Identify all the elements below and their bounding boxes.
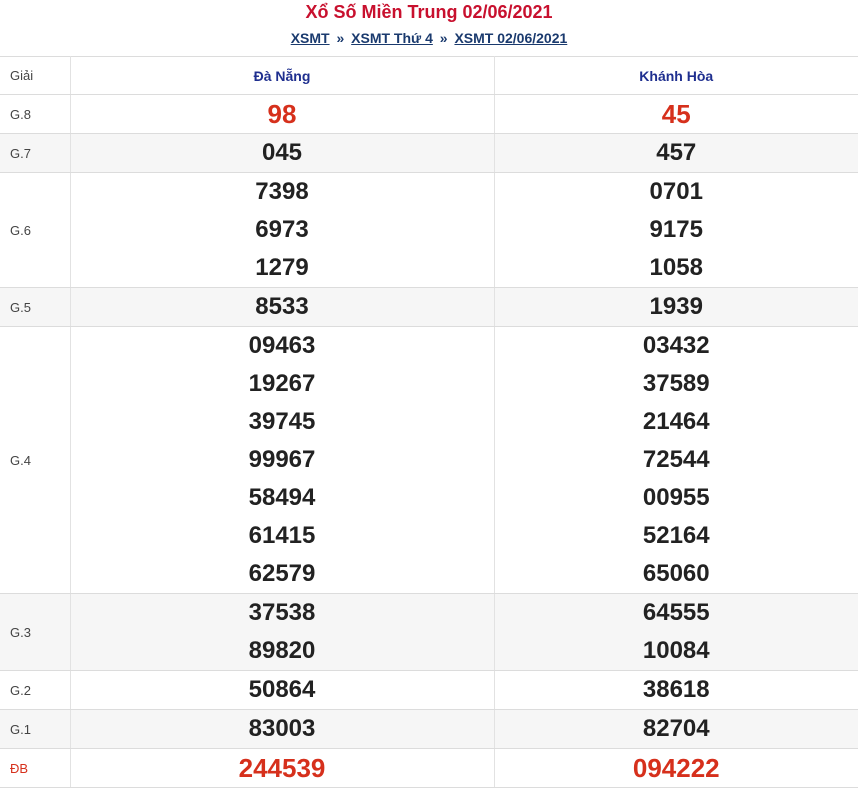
prize-cell: 03432375892146472544009555216465060: [494, 327, 858, 594]
prize-number: 244539: [71, 749, 494, 787]
prize-label: G.4: [0, 327, 70, 594]
table-row: G.7045457: [0, 134, 858, 173]
prize-number: 09463: [71, 327, 494, 365]
prize-number: 0701: [495, 173, 858, 211]
prize-label: G.1: [0, 710, 70, 749]
prize-cell: 82704: [494, 710, 858, 749]
breadcrumb-separator: »: [333, 30, 347, 46]
prize-number: 21464: [495, 403, 858, 441]
prize-number: 99967: [71, 441, 494, 479]
breadcrumb-link-xsmt-date[interactable]: XSMT 02/06/2021: [454, 30, 567, 46]
breadcrumb-separator: »: [437, 30, 451, 46]
prize-number: 03432: [495, 327, 858, 365]
prize-number: 39745: [71, 403, 494, 441]
prize-number: 6973: [71, 211, 494, 249]
prize-label: G.6: [0, 173, 70, 288]
prize-number: 8533: [71, 288, 494, 326]
table-header-row: Giải Đà Nẵng Khánh Hòa: [0, 57, 858, 95]
header-province-khanh-hoa: Khánh Hòa: [494, 57, 858, 95]
prize-number: 38618: [495, 671, 858, 709]
prize-cell: 38618: [494, 671, 858, 710]
prize-number: 1279: [71, 249, 494, 287]
prize-label: ĐB: [0, 749, 70, 788]
prize-number: 00955: [495, 479, 858, 517]
prize-cell: 98: [70, 95, 494, 134]
table-row: G.337538898206455510084: [0, 594, 858, 671]
page-title: Xổ Số Miền Trung 02/06/2021: [0, 0, 858, 24]
table-row: G.25086438618: [0, 671, 858, 710]
prize-cell: 1939: [494, 288, 858, 327]
header-prize-label: Giải: [0, 57, 70, 95]
prize-number: 83003: [71, 710, 494, 748]
prize-number: 45: [495, 95, 858, 133]
prize-cell: 070191751058: [494, 173, 858, 288]
results-body: G.89845G.7045457G.6739869731279070191751…: [0, 95, 858, 788]
prize-cell: 244539: [70, 749, 494, 788]
prize-cell: 045: [70, 134, 494, 173]
prize-label: G.5: [0, 288, 70, 327]
prize-label: G.3: [0, 594, 70, 671]
breadcrumb-link-xsmt[interactable]: XSMT: [291, 30, 330, 46]
prize-number: 1939: [495, 288, 858, 326]
prize-number: 37589: [495, 365, 858, 403]
prize-cell: 50864: [70, 671, 494, 710]
breadcrumb: XSMT » XSMT Thứ 4 » XSMT 02/06/2021: [0, 24, 858, 56]
prize-number: 50864: [71, 671, 494, 709]
prize-number: 61415: [71, 517, 494, 555]
prize-cell: 3753889820: [70, 594, 494, 671]
table-row: G.585331939: [0, 288, 858, 327]
prize-cell: 457: [494, 134, 858, 173]
prize-number: 10084: [495, 632, 858, 670]
table-row: G.40946319267397459996758494614156257903…: [0, 327, 858, 594]
prize-number: 58494: [71, 479, 494, 517]
table-row: ĐB244539094222: [0, 749, 858, 788]
header-province-da-nang: Đà Nẵng: [70, 57, 494, 95]
prize-number: 72544: [495, 441, 858, 479]
prize-label: G.7: [0, 134, 70, 173]
prize-number: 82704: [495, 710, 858, 748]
prize-label: G.2: [0, 671, 70, 710]
breadcrumb-link-xsmt-thu-4[interactable]: XSMT Thứ 4: [351, 30, 433, 46]
prize-number: 094222: [495, 749, 858, 787]
prize-label: G.8: [0, 95, 70, 134]
prize-number: 19267: [71, 365, 494, 403]
table-row: G.89845: [0, 95, 858, 134]
prize-cell: 83003: [70, 710, 494, 749]
prize-number: 65060: [495, 555, 858, 593]
prize-number: 64555: [495, 594, 858, 632]
prize-cell: 09463192673974599967584946141562579: [70, 327, 494, 594]
prize-cell: 8533: [70, 288, 494, 327]
prize-cell: 6455510084: [494, 594, 858, 671]
table-row: G.6739869731279070191751058: [0, 173, 858, 288]
prize-cell: 45: [494, 95, 858, 134]
prize-number: 045: [71, 134, 494, 172]
prize-number: 457: [495, 134, 858, 172]
prize-number: 1058: [495, 249, 858, 287]
prize-number: 62579: [71, 555, 494, 593]
prize-number: 52164: [495, 517, 858, 555]
prize-number: 37538: [71, 594, 494, 632]
prize-cell: 094222: [494, 749, 858, 788]
table-row: G.18300382704: [0, 710, 858, 749]
prize-number: 98: [71, 95, 494, 133]
results-table: Giải Đà Nẵng Khánh Hòa G.89845G.7045457G…: [0, 56, 858, 788]
prize-number: 9175: [495, 211, 858, 249]
prize-number: 89820: [71, 632, 494, 670]
prize-number: 7398: [71, 173, 494, 211]
prize-cell: 739869731279: [70, 173, 494, 288]
